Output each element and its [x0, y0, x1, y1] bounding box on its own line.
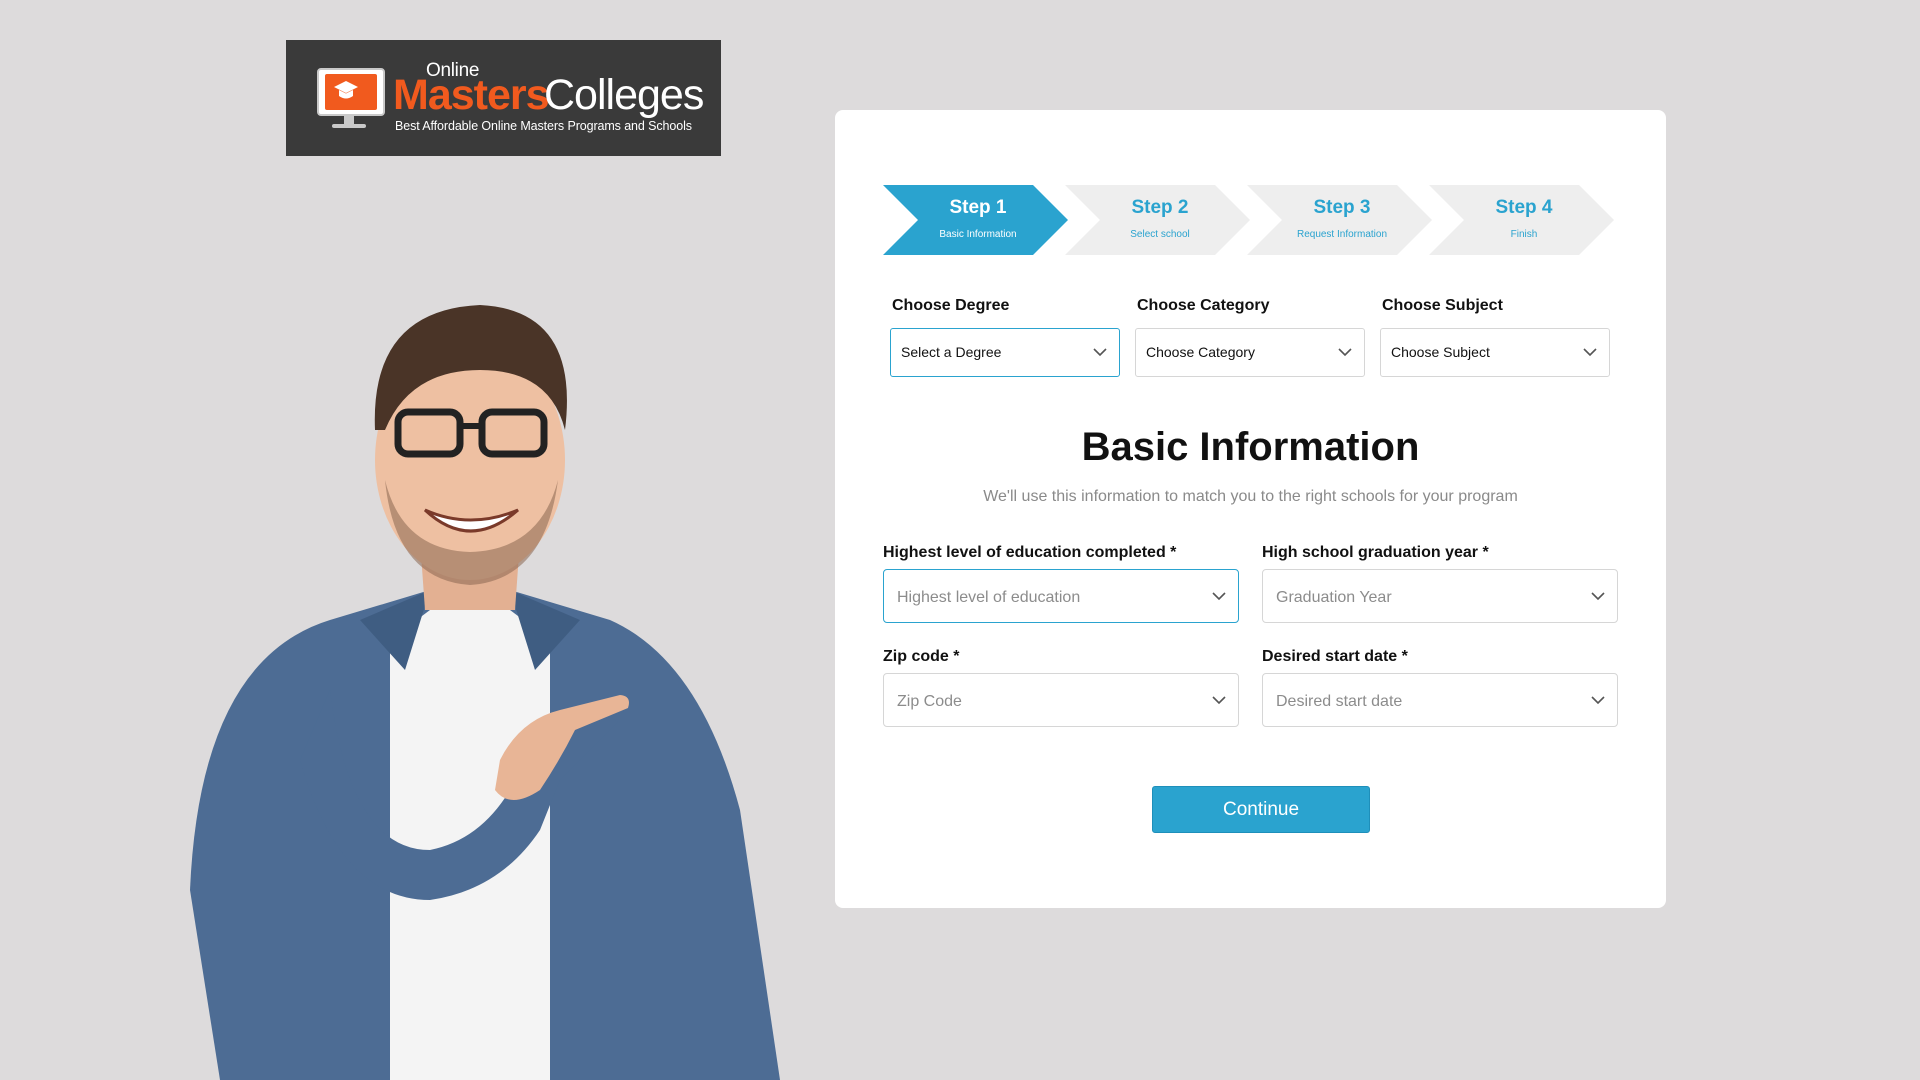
step-2[interactable]: Step 2 Select school [1065, 185, 1255, 255]
continue-button[interactable]: Continue [1152, 786, 1370, 833]
step-4[interactable]: Step 4 Finish [1429, 185, 1619, 255]
step-2-title: Step 2 [1131, 197, 1189, 218]
form-title: Basic Information [1081, 425, 1420, 469]
chevron-down-icon [1338, 348, 1352, 357]
step-3-arrow-shape [1247, 185, 1432, 255]
grad-year-label: High school graduation year * [1262, 544, 1489, 561]
category-select[interactable]: Choose Category [1135, 328, 1365, 377]
step-3[interactable]: Step 3 Request Information [1247, 185, 1437, 255]
education-select[interactable]: Highest level of education [883, 569, 1239, 623]
logo-tagline: Best Affordable Online Masters Programs … [395, 119, 692, 133]
step-1[interactable]: Step 1 Basic Information [883, 185, 1073, 255]
degree-label: Choose Degree [892, 297, 1010, 314]
degree-select[interactable]: Select a Degree [890, 328, 1120, 377]
chevron-down-icon [1591, 592, 1605, 601]
degree-select-value: Select a Degree [901, 344, 1002, 360]
category-label: Choose Category [1137, 297, 1270, 314]
subject-select-value: Choose Subject [1391, 344, 1490, 360]
subject-label: Choose Subject [1382, 297, 1503, 314]
start-date-label: Desired start date * [1262, 648, 1408, 665]
step-4-arrow-shape [1429, 185, 1614, 255]
category-select-value: Choose Category [1146, 344, 1255, 360]
step-1-title: Step 1 [949, 197, 1007, 218]
step-2-arrow-shape [1065, 185, 1250, 255]
education-label: Highest level of education completed * [883, 544, 1177, 561]
step-4-subtitle: Finish [1510, 229, 1538, 240]
site-logo[interactable]: Online Masters Colleges Best Affordable … [286, 40, 721, 156]
chevron-down-icon [1583, 348, 1597, 357]
logo-colleges-text: Colleges [544, 71, 704, 119]
chevron-down-icon [1212, 696, 1226, 705]
chevron-down-icon [1212, 592, 1226, 601]
form-subtitle: We'll use this information to match you … [983, 488, 1518, 505]
step-1-arrow-shape [883, 185, 1068, 255]
step-4-title: Step 4 [1495, 197, 1553, 218]
step-3-title: Step 3 [1313, 197, 1371, 218]
zip-select[interactable]: Zip Code [883, 673, 1239, 727]
zip-placeholder: Zip Code [897, 693, 962, 710]
chevron-down-icon [1591, 696, 1605, 705]
zip-label: Zip code * [883, 648, 960, 665]
step-2-subtitle: Select school [1130, 229, 1190, 240]
education-placeholder: Highest level of education [897, 589, 1081, 606]
start-date-select[interactable]: Desired start date [1262, 673, 1618, 727]
grad-year-placeholder: Graduation Year [1276, 589, 1392, 606]
step-3-subtitle: Request Information [1296, 229, 1388, 240]
monitor-icon [317, 68, 385, 116]
student-photo [190, 305, 780, 1080]
progress-stepper: Step 1 Basic Information Step 2 Select s… [883, 185, 1623, 255]
logo-masters-text: Masters [393, 71, 550, 119]
grad-year-select[interactable]: Graduation Year [1262, 569, 1618, 623]
start-date-placeholder: Desired start date [1276, 693, 1403, 710]
subject-select[interactable]: Choose Subject [1380, 328, 1610, 377]
graduation-cap-icon [334, 81, 358, 99]
step-1-subtitle: Basic Information [939, 229, 1017, 240]
chevron-down-icon [1093, 348, 1107, 357]
form-card: Step 1 Basic Information Step 2 Select s… [835, 110, 1666, 908]
